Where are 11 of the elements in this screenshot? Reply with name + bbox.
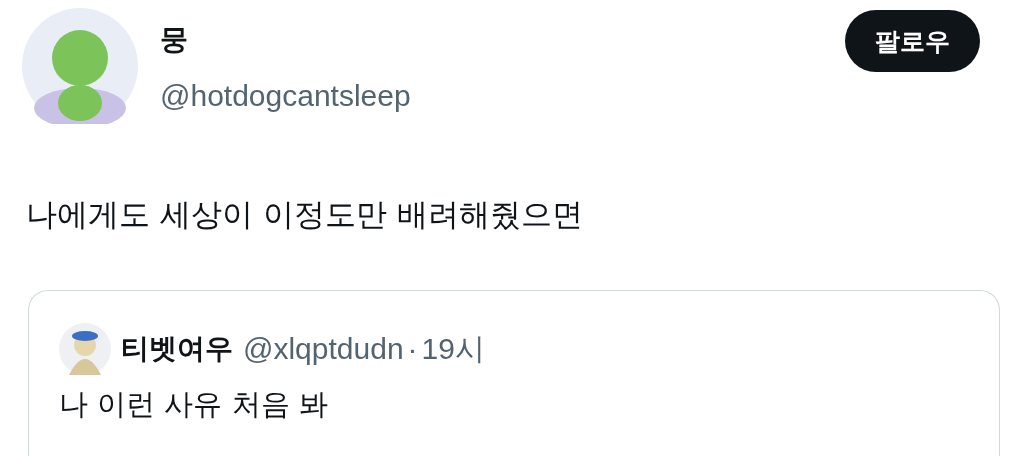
separator: · (407, 332, 418, 366)
author-handle[interactable]: @hotdogcantsleep (160, 74, 845, 118)
quoted-author-handle[interactable]: @xlqptdudn (243, 332, 404, 366)
author-name[interactable]: 뭉 (160, 20, 845, 60)
quoted-tweet-card[interactable]: 티벳여우 @xlqptdudn·19시 나 이런 사유 처음 봐 (28, 290, 1000, 456)
follow-button[interactable]: 팔로우 (845, 10, 980, 72)
timestamp[interactable]: 19시 (421, 328, 485, 370)
quoted-author-name[interactable]: 티벳여우 (121, 330, 233, 368)
avatar[interactable] (59, 323, 111, 375)
tweet-text: 나에게도 세상이 이정도만 배려해줬으면 (26, 195, 584, 234)
quoted-tweet-text: 나 이런 사유 처음 봐 (59, 386, 329, 423)
